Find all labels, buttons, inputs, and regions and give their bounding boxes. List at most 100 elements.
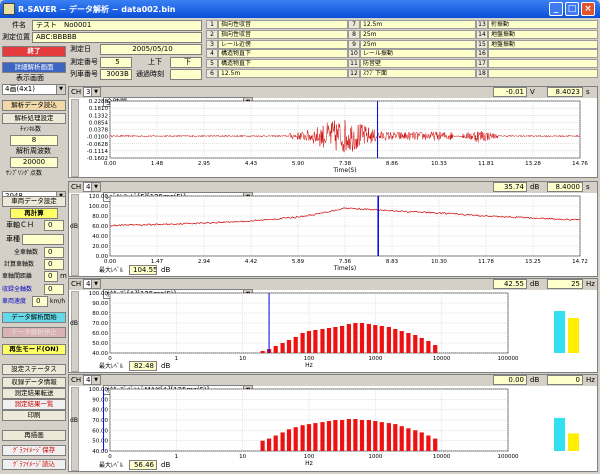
read-data-button[interactable]: 解析データ読込	[2, 100, 66, 111]
print-button[interactable]: 印刷	[2, 410, 66, 421]
channel-name[interactable]	[488, 49, 598, 59]
maximize-button[interactable]: □	[565, 2, 579, 16]
date-field[interactable]: 2005/05/10	[100, 44, 202, 55]
wheel-field[interactable]	[22, 234, 64, 245]
channel-name[interactable]	[488, 59, 598, 69]
window-title: R-SAVER − データ解析 − data002.bin	[18, 5, 176, 14]
panel-scrollbar[interactable]	[71, 387, 79, 471]
analysis-type-select[interactable]: ｵｸﾀｰﾌﾞﾊﾞﾝﾄﾞMAX[A][125ms(F)] ▼	[103, 385, 253, 395]
recalc-button[interactable]: 再計算	[10, 208, 58, 219]
axle-total-field[interactable]: 0	[44, 247, 64, 258]
channel-number: 14	[476, 29, 488, 39]
channel-name[interactable]	[488, 69, 598, 78]
channel-name[interactable]: 構造物直下	[218, 49, 348, 59]
minimize-button[interactable]: _	[549, 2, 563, 16]
channel-number: 9	[348, 39, 360, 49]
analysis-settings-button[interactable]: 解析処理設定	[2, 113, 66, 124]
channel-select-value: 4	[86, 183, 91, 191]
channel-number: 16	[476, 49, 488, 59]
panel-header: CH 3 ▼ 全時間 ▼ -0.01 V 8.4023 s	[69, 87, 597, 107]
cursor-x-unit: s	[586, 88, 590, 96]
chart-panel: CH 3 ▼ 全時間 ▼ -0.01 V 8.4023 s	[68, 86, 598, 178]
chevron-down-icon: ▼	[91, 183, 100, 191]
stop-analysis-button[interactable]: データ解析停止	[2, 327, 66, 338]
train-speed-field[interactable]: 0	[32, 296, 48, 307]
graph-save-button[interactable]: ｸﾞﾗﾌｲﾒｰｼﾞ保存	[2, 445, 66, 456]
channel-name[interactable]: 桁振動	[488, 20, 598, 29]
detail-screen-button[interactable]: 詳細解析画面	[2, 62, 66, 73]
channel-name[interactable]: 25m	[360, 39, 476, 49]
channel-number: 18	[476, 69, 488, 78]
panel-scrollbar[interactable]	[71, 194, 79, 276]
channel-select[interactable]: 4 ▼	[83, 182, 101, 192]
channel-name[interactable]: 12.5m	[360, 20, 476, 29]
cursor-value: -0.01	[493, 87, 527, 97]
channel-select[interactable]: 4 ▼	[83, 279, 101, 289]
channel-name[interactable]: 防音壁	[360, 59, 476, 69]
train-label: 列車番号	[70, 70, 98, 78]
channel-number: 13	[476, 20, 488, 29]
chart-panel: CH 4 ▼ ｵｸﾀｰﾌﾞ[A][125ms(F)] ▼ 42.55 dB 25 Hz 最大ﾚﾍﾞ…	[68, 278, 598, 373]
channel-number: 3	[206, 39, 218, 49]
max-level-label: 最大ﾚﾍﾞﾙ	[99, 462, 124, 469]
number-field[interactable]: 5	[100, 57, 132, 68]
channel-name[interactable]: 地盤振動	[488, 39, 598, 49]
start-analysis-button[interactable]: データ解析開始	[2, 312, 66, 323]
channel-name[interactable]: 25m	[360, 29, 476, 39]
channel-name[interactable]: 指向性収音	[218, 20, 348, 29]
dir-field[interactable]: 下	[170, 57, 202, 68]
channel-select[interactable]: 3 ▼	[83, 87, 101, 97]
screen-select[interactable]: 4画(4x1) ▼	[2, 84, 66, 95]
record-info-button[interactable]: 収録データ情報	[2, 377, 66, 388]
settings-status-button[interactable]: 設定ステータス	[2, 364, 66, 375]
channel-name[interactable]: 指向性収音	[218, 29, 348, 39]
channel-number: 11	[348, 59, 360, 69]
wheel-settings-button[interactable]: 車両データ設定	[2, 196, 66, 207]
max-level-label: 最大ﾚﾍﾞﾙ	[99, 363, 124, 370]
analysis-type-select[interactable]: ｵｸﾀｰﾌﾞ[A][125ms(F)] ▼	[103, 289, 253, 299]
sampling-label: ｻﾝﾌﾟﾘﾝｸﾞ点数	[6, 170, 43, 177]
channel-name[interactable]: 12.5m	[218, 69, 348, 78]
channel-number: 7	[348, 20, 360, 29]
location-field[interactable]: ABC:BBBBB	[32, 32, 202, 43]
analysis-type-value: ｵｸﾀｰﾌﾞﾊﾞﾝﾄﾞMAX[A][125ms(F)]	[106, 386, 210, 394]
analysis-type-value: 全時間	[106, 98, 127, 106]
chart-panel: CH 4 ▼ ﾚﾍﾞﾙﾚｺｰﾄﾞ[F][125ms(F)] ▼ 35.74 dB 8.4000…	[68, 181, 598, 277]
channel-name[interactable]: 構造物直下	[218, 59, 348, 69]
axle-dist-unit: m	[60, 272, 67, 280]
channel-select[interactable]: 4 ▼	[83, 375, 101, 385]
analysis-type-select[interactable]: ﾚﾍﾞﾙﾚｺｰﾄﾞ[F][125ms(F)] ▼	[103, 192, 253, 202]
wheel-speed-field[interactable]: 0	[44, 284, 64, 295]
wheel-speed-label: 収録全軸数	[2, 286, 33, 293]
graph-read-button[interactable]: ｸﾞﾗﾌｲﾒｰｼﾞ読込	[2, 459, 66, 470]
pass-field[interactable]	[170, 69, 202, 80]
wheel-ch-field[interactable]: 0	[44, 220, 64, 231]
panel-header: CH 4 ▼ ｵｸﾀｰﾌﾞﾊﾞﾝﾄﾞMAX[A][125ms(F)] ▼ 0.00 dB 0 H…	[69, 375, 597, 395]
name-field[interactable]: テスト No0001	[32, 20, 202, 31]
result-list-button[interactable]: 測定結果一覧	[2, 399, 66, 410]
train-speed-label: 車両速度	[2, 298, 27, 305]
analysis-type-select[interactable]: 全時間 ▼	[103, 97, 253, 107]
replay-mode-button[interactable]: 再生モード(ON)	[2, 344, 66, 355]
cursor-x-unit: Hz	[586, 280, 595, 288]
axle-dist-field[interactable]: 0	[44, 271, 58, 282]
channel-name[interactable]: ｽﾗﾌﾞ下面	[360, 69, 476, 78]
display-screen-label: 表示画面	[16, 74, 44, 82]
panel-scrollbar[interactable]	[71, 291, 79, 372]
redraw-button[interactable]: 再描画	[2, 430, 66, 441]
result-transfer-button[interactable]: 測定結果転送	[2, 388, 66, 399]
channel-name[interactable]: レール近傍	[218, 39, 348, 49]
calc-axle-field[interactable]: 0	[44, 259, 64, 270]
channel-name[interactable]: レール振動	[360, 49, 476, 59]
title-bar: R-SAVER − データ解析 − data002.bin _ □ ×	[0, 0, 600, 18]
cursor-x-unit: s	[586, 183, 590, 191]
train-speed-unit: km/h	[50, 298, 66, 305]
channel-name[interactable]: 地盤振動	[488, 29, 598, 39]
train-field[interactable]: 3003B	[100, 69, 132, 80]
end-button[interactable]: 終了	[2, 46, 66, 57]
channel-select-value: 4	[86, 280, 91, 288]
chevron-down-icon: ▼	[243, 98, 252, 106]
panel-scrollbar[interactable]	[71, 99, 79, 177]
cursor-unit: V	[530, 88, 535, 96]
close-button[interactable]: ×	[581, 2, 595, 16]
